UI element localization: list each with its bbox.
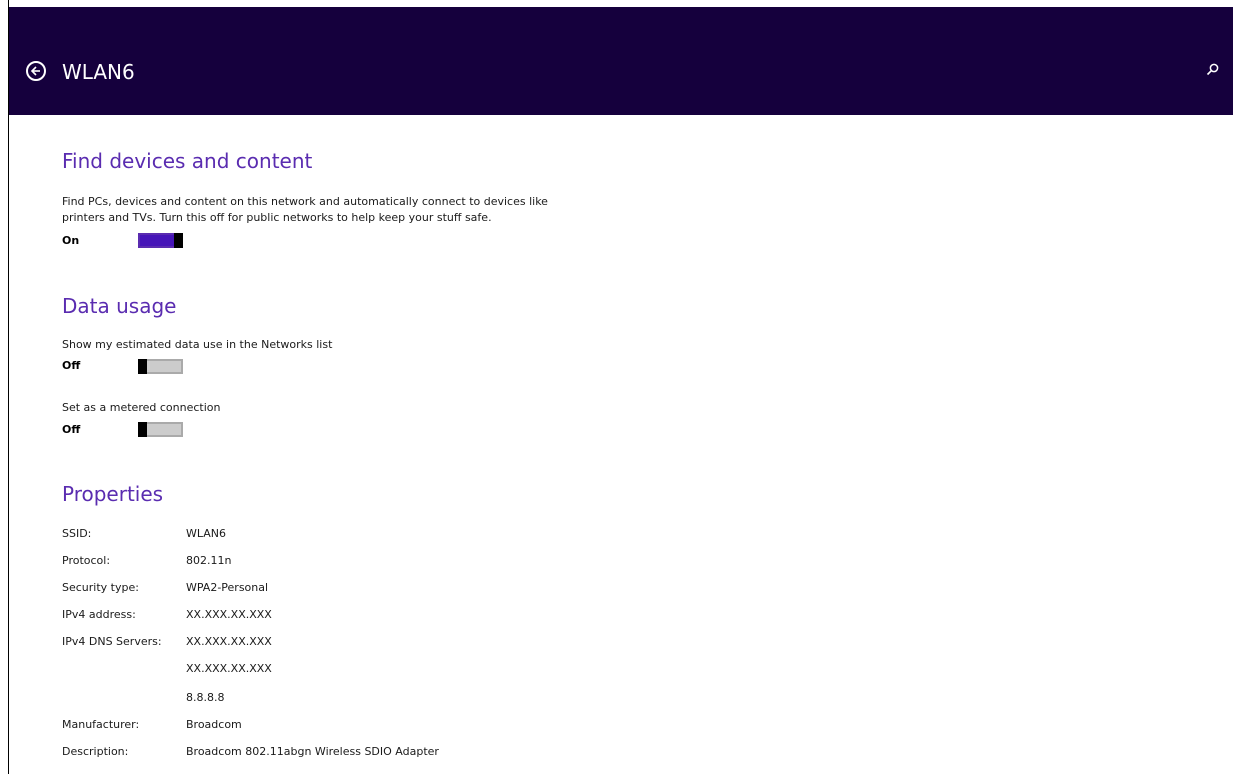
toggle-thumb [174,233,183,248]
property-label: Security type: [62,581,139,594]
toggle-thumb [138,422,147,437]
toggle-thumb [138,359,147,374]
show-usage-toggle[interactable] [138,359,183,374]
property-value: Broadcom 802.11abgn Wireless SDIO Adapte… [186,745,439,758]
property-value: WLAN6 [186,527,227,540]
property-value: 802.11n [186,554,232,567]
metered-state-label: Off [62,423,81,436]
property-label: Description: [62,745,129,758]
properties-heading: Properties [62,482,164,506]
metered-toggle[interactable] [138,422,183,437]
property-value: Broadcom [186,718,242,731]
search-icon[interactable] [1205,62,1221,78]
property-label: Manufacturer: [62,718,140,731]
property-value: XX.XXX.XX.XXX [186,635,272,648]
property-label: SSID: [62,527,92,540]
find-devices-heading: Find devices and content [62,149,313,173]
property-value: 8.8.8.8 [186,691,225,704]
header-bar [9,7,1233,115]
property-value: XX.XXX.XX.XXX [186,662,272,675]
find-devices-description: Find PCs, devices and content on this ne… [62,195,548,224]
find-devices-toggle[interactable] [138,233,183,248]
property-label: IPv4 address: [62,608,136,621]
back-arrow-circle-icon[interactable] [26,61,46,81]
find-devices-state-label: On [62,234,80,247]
show-usage-state-label: Off [62,359,81,372]
metered-description: Set as a metered connection [62,401,221,414]
window-edge [8,0,9,774]
property-value: XX.XXX.XX.XXX [186,608,272,621]
property-label: Protocol: [62,554,111,567]
data-usage-heading: Data usage [62,294,177,318]
property-label: IPv4 DNS Servers: [62,635,162,648]
property-value: WPA2-Personal [186,581,269,594]
page-title: WLAN6 [62,60,135,84]
show-usage-description: Show my estimated data use in the Networ… [62,338,333,351]
settings-window: WLAN6 Find devices and content Find PCs,… [0,0,1233,774]
